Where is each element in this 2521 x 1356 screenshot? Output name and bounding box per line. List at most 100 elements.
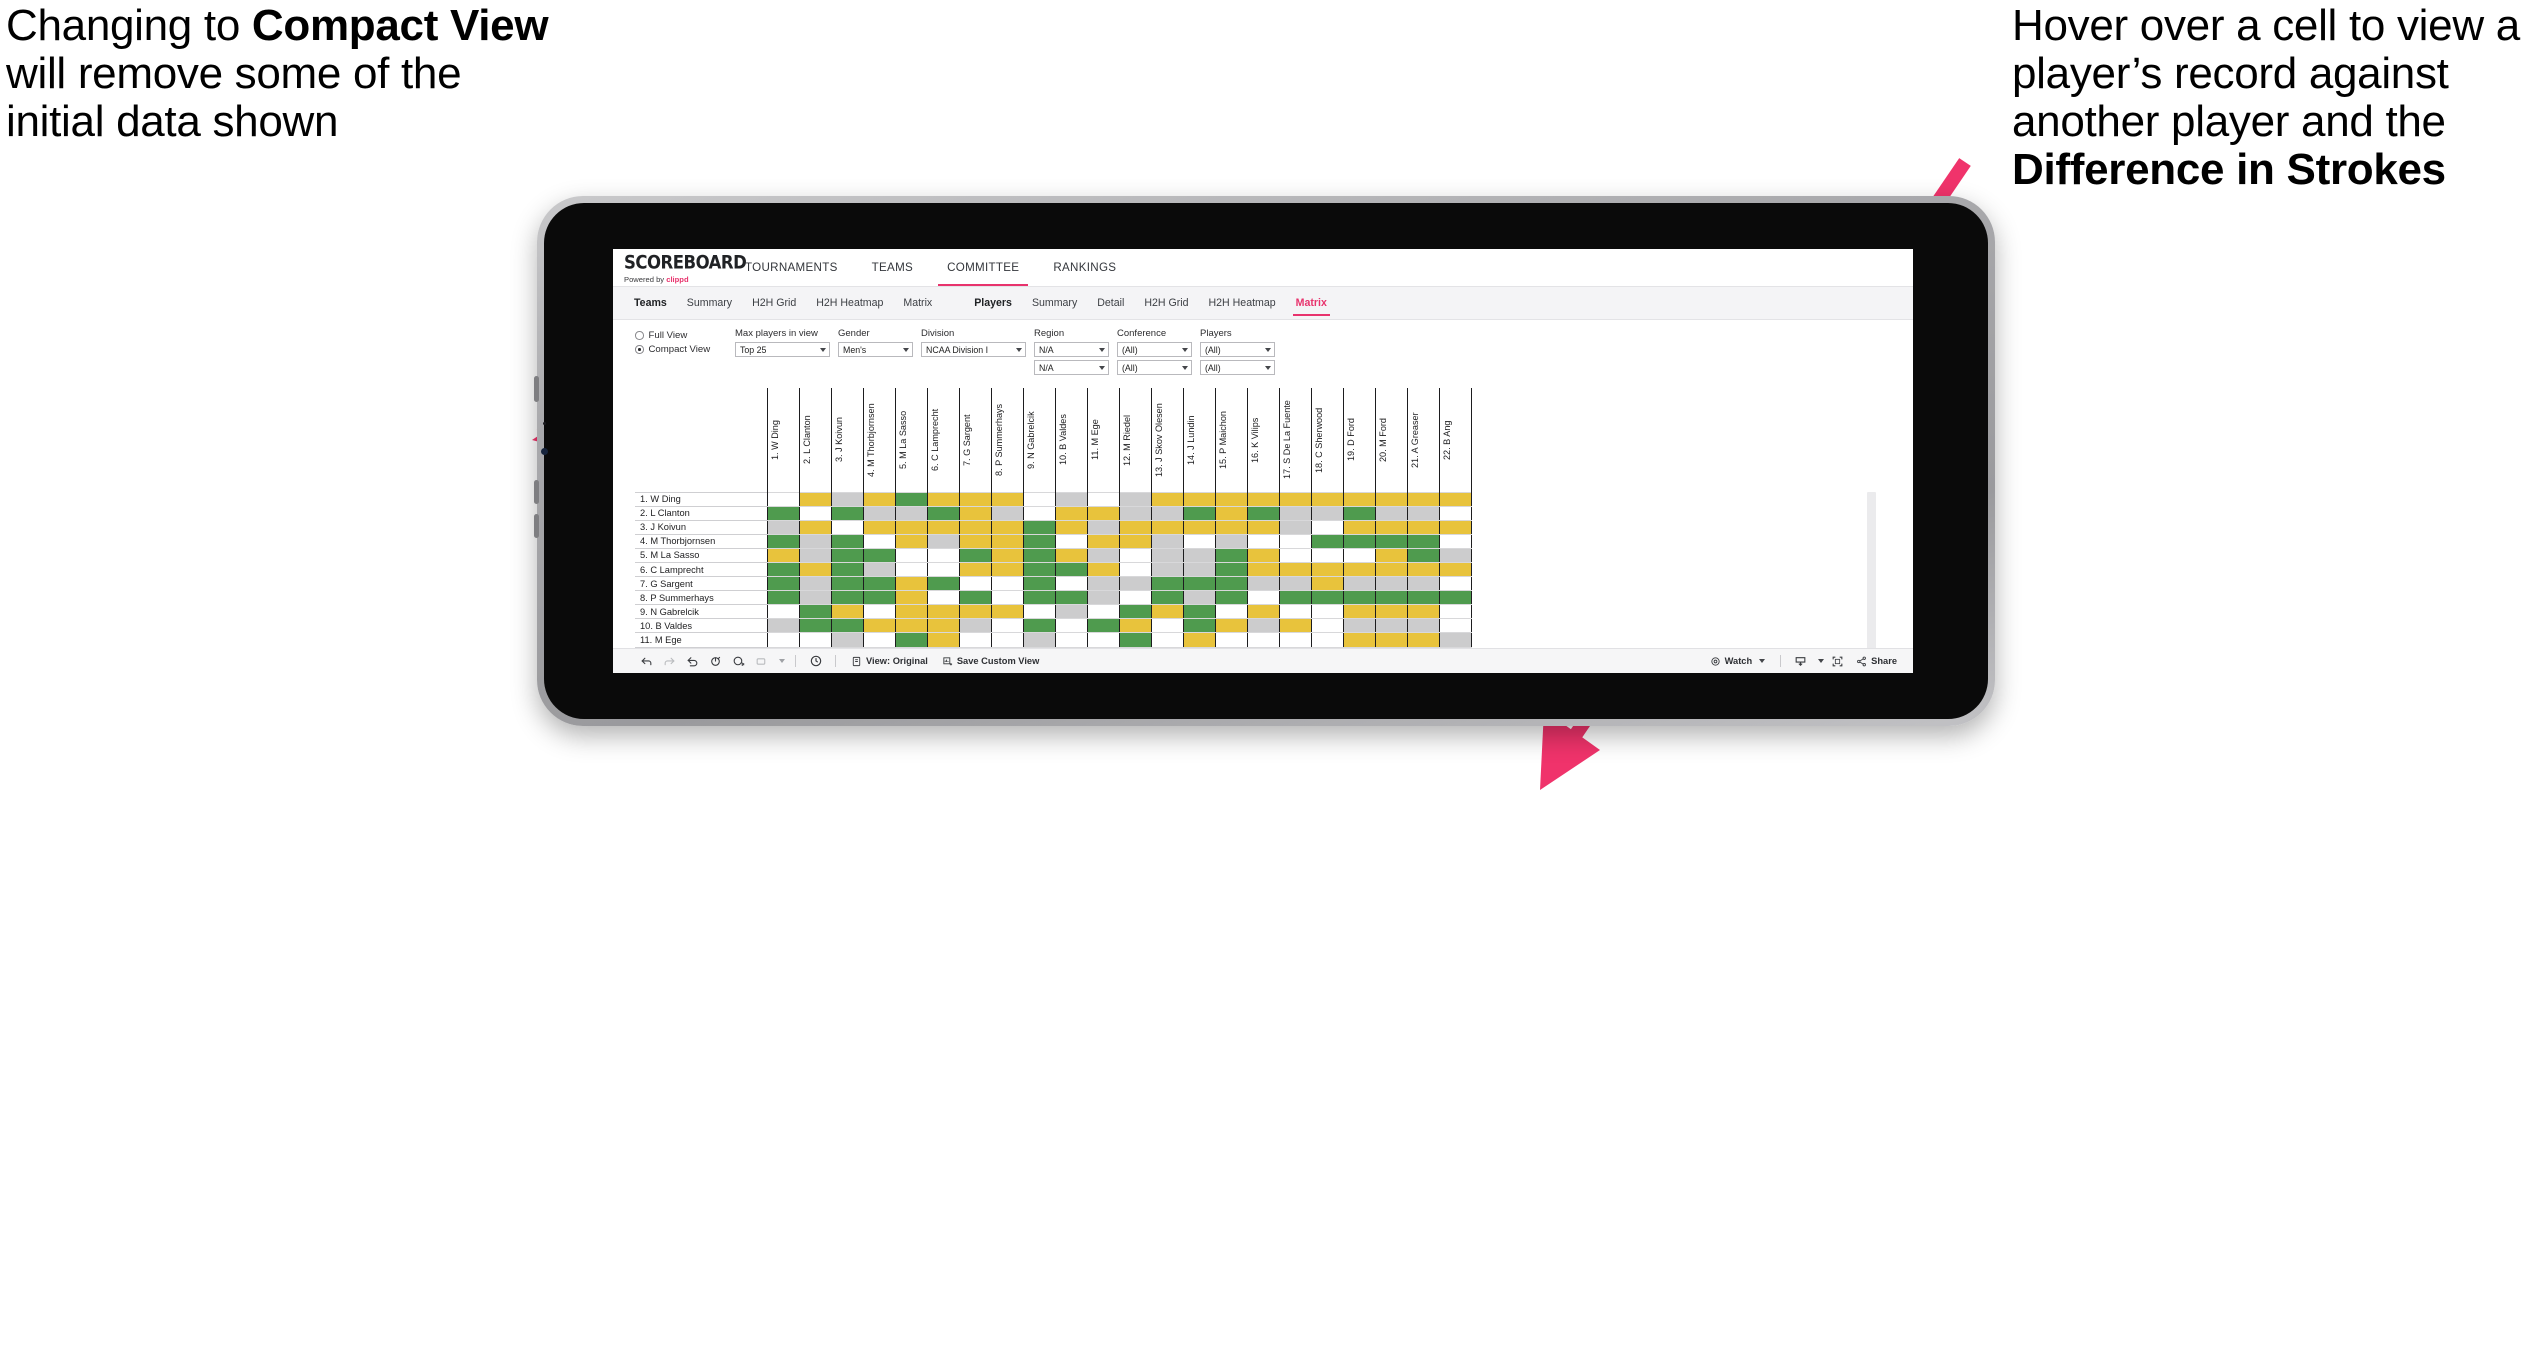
matrix-cell-empty[interactable] (862, 632, 896, 648)
matrix-cell-loss[interactable] (958, 519, 992, 535)
matrix-cell-loss[interactable] (1406, 604, 1440, 620)
matrix-cell-loss[interactable] (958, 505, 992, 521)
matrix-cell-empty[interactable] (1182, 533, 1216, 549)
matrix-cell-loss[interactable] (1182, 491, 1216, 507)
matrix-cell-empty[interactable] (798, 632, 832, 648)
radio-compact-view[interactable]: Compact View (635, 344, 735, 355)
nav-item-teams[interactable]: TEAMS (855, 249, 930, 286)
highlight-icon[interactable] (750, 649, 773, 674)
matrix-cell-win[interactable] (766, 533, 800, 549)
matrix-cell-loss[interactable] (1342, 519, 1376, 535)
matrix-cell-tie[interactable] (1118, 505, 1152, 521)
matrix-cell-win[interactable] (1342, 533, 1376, 549)
matrix-cell-tie[interactable] (1342, 576, 1376, 592)
matrix-cell-loss[interactable] (1438, 519, 1472, 535)
matrix-cell-loss[interactable] (926, 632, 960, 648)
matrix-cell-tie[interactable] (1438, 547, 1472, 563)
matrix-row-header[interactable]: 7. G Sargent (635, 576, 767, 592)
matrix-row-header[interactable]: 5. M La Sasso (635, 547, 767, 563)
matrix-row-header[interactable]: 8. P Summerhays (635, 590, 767, 606)
matrix-cell-empty[interactable] (1022, 505, 1056, 521)
matrix-cell-loss[interactable] (894, 576, 928, 592)
matrix-cell-loss[interactable] (766, 547, 800, 563)
matrix-cell-loss[interactable] (990, 547, 1024, 563)
matrix-cell-empty[interactable] (1118, 590, 1152, 606)
matrix-cell-loss[interactable] (990, 604, 1024, 620)
tab-matrix[interactable]: Matrix (1286, 287, 1337, 319)
matrix-cell-loss[interactable] (1086, 533, 1120, 549)
matrix-cell-win[interactable] (830, 618, 864, 634)
matrix-cell-win[interactable] (958, 547, 992, 563)
matrix-cell-tie[interactable] (926, 533, 960, 549)
matrix-cell-empty[interactable] (862, 533, 896, 549)
matrix-cell-loss[interactable] (1374, 547, 1408, 563)
matrix-cell-empty[interactable] (958, 632, 992, 648)
matrix-cell-loss[interactable] (1086, 561, 1120, 578)
matrix-col-header[interactable]: 10. B Valdes (1054, 388, 1088, 492)
matrix-cell-win[interactable] (830, 561, 864, 578)
matrix-cell-loss[interactable] (1182, 632, 1216, 648)
matrix-cell-empty[interactable] (1054, 618, 1088, 634)
matrix-cell-win[interactable] (894, 491, 928, 507)
matrix-row-header[interactable]: 4. M Thorbjornsen (635, 533, 767, 549)
pause-icon[interactable] (727, 649, 750, 674)
matrix-cell-win[interactable] (1182, 505, 1216, 521)
matrix-col-header[interactable]: 20. M Ford (1374, 388, 1408, 492)
matrix-cell-loss[interactable] (990, 561, 1024, 578)
matrix-cell-empty[interactable] (1278, 604, 1312, 620)
undo-icon[interactable] (635, 649, 658, 674)
matrix-cell-empty[interactable] (1246, 632, 1280, 648)
matrix-row-header[interactable]: 1. W Ding (635, 491, 767, 507)
matrix-cell-tie[interactable] (798, 590, 832, 606)
matrix-col-header[interactable]: 8. P Summerhays (990, 388, 1024, 492)
matrix-cell-tie[interactable] (1022, 632, 1056, 648)
matrix-cell-loss[interactable] (990, 519, 1024, 535)
nav-item-committee[interactable]: COMMITTEE (930, 249, 1036, 287)
matrix-cell-win[interactable] (798, 604, 832, 620)
nav-item-tournaments[interactable]: TOURNAMENTS (728, 249, 855, 286)
matrix-cell-empty[interactable] (990, 618, 1024, 634)
matrix-col-header[interactable]: 7. G Sargent (958, 388, 992, 492)
matrix-col-header[interactable]: 3. J Koivun (830, 388, 864, 492)
tab-players[interactable]: Players (964, 287, 1022, 319)
matrix-cell-loss[interactable] (1278, 561, 1312, 578)
matrix-cell-empty[interactable] (1150, 632, 1184, 648)
app-logo[interactable]: SCOREBOARD Powered by clippd (613, 249, 747, 286)
matrix-cell-loss[interactable] (1278, 618, 1312, 634)
matrix-cell-loss[interactable] (1214, 519, 1248, 535)
matrix-col-header[interactable]: 11. M Ege (1086, 388, 1120, 492)
matrix-cell-win[interactable] (830, 547, 864, 563)
matrix-cell-empty[interactable] (1310, 547, 1344, 563)
matrix-cell-win[interactable] (1054, 561, 1088, 578)
matrix-cell-loss[interactable] (1374, 561, 1408, 578)
matrix-col-header[interactable]: 9. N Gabrelcik (1022, 388, 1056, 492)
matrix-row-header[interactable]: 2. L Clanton (635, 505, 767, 521)
matrix-cell-win[interactable] (798, 618, 832, 634)
matrix-cell-tie[interactable] (1278, 505, 1312, 521)
matrix-cell-win[interactable] (1182, 604, 1216, 620)
tab-detail[interactable]: Detail (1087, 287, 1134, 319)
matrix-cell-loss[interactable] (1438, 491, 1472, 507)
matrix-cell-tie[interactable] (1342, 618, 1376, 634)
matrix-cell-empty[interactable] (990, 576, 1024, 592)
matrix-cell-loss[interactable] (926, 491, 960, 507)
matrix-cell-win[interactable] (766, 576, 800, 592)
matrix-cell-loss[interactable] (1054, 505, 1088, 521)
matrix-cell-tie[interactable] (798, 547, 832, 563)
select-players-2[interactable]: (All) (1200, 360, 1275, 375)
matrix-cell-loss[interactable] (1406, 491, 1440, 507)
matrix-cell-empty[interactable] (1054, 533, 1088, 549)
revert-icon[interactable] (681, 649, 704, 674)
matrix-cell-loss[interactable] (1118, 533, 1152, 549)
matrix-cell-win[interactable] (1022, 547, 1056, 563)
view-original-button[interactable]: View: Original (844, 649, 935, 674)
matrix-cell-loss[interactable] (1310, 491, 1344, 507)
matrix-cell-tie[interactable] (1182, 590, 1216, 606)
matrix-cell-loss[interactable] (1214, 618, 1248, 634)
matrix-cell-win[interactable] (1022, 590, 1056, 606)
matrix-row-header[interactable]: 6. C Lamprecht (635, 561, 767, 578)
matrix-cell-empty[interactable] (1342, 547, 1376, 563)
matrix-col-header[interactable]: 5. M La Sasso (894, 388, 928, 492)
matrix-cell-loss[interactable] (1182, 519, 1216, 535)
matrix-cell-tie[interactable] (1150, 547, 1184, 563)
